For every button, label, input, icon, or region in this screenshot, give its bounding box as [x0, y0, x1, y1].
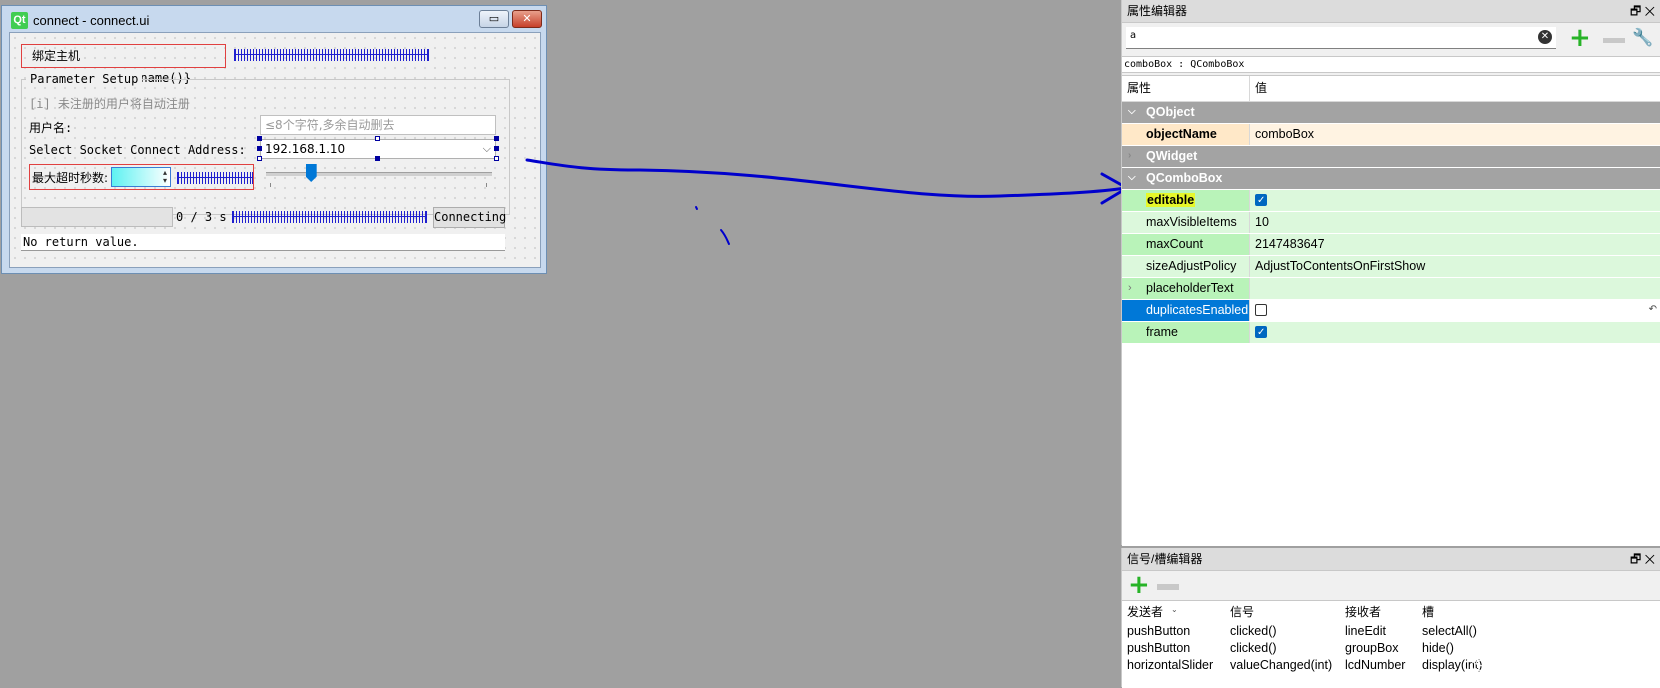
timeout-spinbox[interactable]: ▴ ▾ [111, 167, 171, 187]
slider-tick [486, 183, 487, 187]
signal-editor-title: 信号/槽编辑器 [1127, 552, 1203, 566]
group-qobject[interactable]: ⌵ QObject [1122, 102, 1660, 124]
username-label: 用户名: [29, 121, 73, 135]
slider-tick [270, 183, 271, 187]
clear-icon[interactable]: ✕ [1538, 30, 1552, 44]
signal-editor-titlebar[interactable]: 信号/槽编辑器 🗗 ✕ [1122, 548, 1660, 571]
username-input[interactable]: ≤8个字符,多余自动删去 [260, 115, 496, 135]
prop-row-maxvisibleitems[interactable]: maxVisibleItems 10 [1122, 212, 1660, 234]
selection-handle[interactable] [257, 156, 262, 161]
prop-value-objectname[interactable]: comboBox [1250, 124, 1660, 145]
form-window[interactable]: Qt connect - connect.ui ▭ ✕ 绑定主机{socket.… [1, 5, 547, 274]
add-property-icon[interactable]: + [1569, 25, 1591, 51]
combo-value: 192.168.1.10 [265, 142, 346, 156]
header-signal: 信号 [1230, 605, 1255, 619]
dock-float-close-buttons[interactable]: 🗗 ✕ [1630, 548, 1655, 570]
prop-row-objectname[interactable]: objectName comboBox [1122, 124, 1660, 146]
return-value-line: No return value. [21, 234, 505, 251]
header-property: 属性 [1122, 76, 1250, 101]
dock-float-close-buttons[interactable]: 🗗 ✕ [1630, 0, 1655, 22]
selection-handle[interactable] [257, 146, 262, 151]
frame-checkbox[interactable] [1255, 323, 1267, 343]
prop-row-sizeadjustpolicy[interactable]: sizeAdjustPolicy AdjustToContentsOnFirst… [1122, 256, 1660, 278]
timeout-label: 最大超时秒数: [32, 171, 109, 185]
spin-arrows-icon[interactable]: ▴ ▾ [163, 169, 167, 185]
property-table[interactable]: 属性 值 ⌵ QObject objectName comboBox › QWi… [1122, 75, 1660, 546]
selection-handle[interactable] [257, 136, 262, 141]
prop-row-editable[interactable]: editable [1122, 190, 1660, 212]
chevron-down-icon[interactable]: ⌵ [483, 140, 491, 158]
horizontal-spacer[interactable] [177, 172, 253, 184]
horizontal-slider[interactable] [266, 172, 492, 176]
object-class-line: comboBox : QComboBox [1122, 56, 1660, 73]
progress-text: 0 / 3 s [176, 210, 227, 224]
horizontal-spacer[interactable] [234, 49, 429, 61]
qt-logo-icon: Qt [11, 12, 28, 29]
group-qwidget[interactable]: › QWidget [1122, 146, 1660, 168]
header-slot: 槽 [1422, 605, 1435, 619]
form-titlebar[interactable]: Qt connect - connect.ui ▭ ✕ [2, 6, 546, 32]
prop-value-placeholdertext[interactable] [1250, 278, 1660, 299]
table-row[interactable]: pushButton clicked() lineEdit selectAll(… [1122, 623, 1660, 640]
prop-row-frame[interactable]: frame [1122, 322, 1660, 344]
filter-text: a [1130, 30, 1137, 41]
prop-row-placeholdertext[interactable]: › placeholderText [1122, 278, 1660, 300]
minimize-button[interactable]: ▭ [479, 10, 509, 28]
prop-value-sizeadjustpolicy[interactable]: AdjustToContentsOnFirstShow [1250, 256, 1660, 277]
reset-icon[interactable]: ↶ [1649, 300, 1657, 320]
prop-row-maxcount[interactable]: maxCount 2147483647 [1122, 234, 1660, 256]
header-value: 值 [1255, 81, 1268, 95]
connect-button[interactable]: Connecting [433, 207, 506, 228]
duplicatesenabled-checkbox[interactable] [1255, 304, 1267, 316]
add-connection-icon[interactable]: + [1128, 572, 1150, 598]
form-window-title: connect - connect.ui [33, 13, 150, 28]
header-receiver: 接收者 [1345, 605, 1382, 619]
watermark: CSDN @zmh-program [1463, 658, 1625, 675]
property-editor-panel[interactable]: 属性编辑器 🗗 ✕ a ✕ + 🔧 comboBox : QComboBox 属… [1121, 0, 1660, 546]
table-row[interactable]: pushButton clicked() groupBox hide() [1122, 640, 1660, 657]
prop-value-maxvisibleitems[interactable]: 10 [1250, 212, 1660, 233]
selection-handle[interactable] [375, 156, 380, 161]
header-sender: 发送者 [1127, 605, 1164, 619]
annotation-scribble [720, 229, 730, 245]
annotation-scribble [695, 206, 698, 210]
wrench-icon[interactable]: 🔧 [1632, 28, 1653, 48]
prop-value-maxcount[interactable]: 2147483647 [1250, 234, 1660, 255]
progress-bar [21, 207, 173, 227]
hostname-label[interactable]: 绑定主机{socket.gethostname()} [21, 44, 226, 85]
form-canvas[interactable]: 绑定主机{socket.gethostname()} Parameter Set… [9, 32, 541, 268]
horizontal-spacer[interactable] [232, 211, 427, 223]
hint-label: [i] 未注册的用户将自动注册 [29, 97, 190, 111]
property-filter-input[interactable]: a ✕ [1126, 27, 1556, 49]
prop-name-editable: editable [1146, 193, 1196, 207]
property-editor-titlebar[interactable]: 属性编辑器 🗗 ✕ [1122, 0, 1660, 23]
prop-row-duplicatesenabled[interactable]: duplicatesEnabled ↶ [1122, 300, 1660, 322]
close-button[interactable]: ✕ [512, 10, 542, 28]
remove-property-icon[interactable] [1603, 38, 1625, 43]
connection-table-header: 发送者 ⌄ 信号 接收者 槽 [1122, 601, 1660, 623]
property-editor-title: 属性编辑器 [1127, 4, 1188, 18]
sort-indicator-icon: ⌄ [1171, 605, 1178, 614]
address-label: Select Socket Connect Address: [29, 143, 246, 157]
remove-connection-icon[interactable] [1157, 584, 1179, 590]
selection-handle[interactable] [494, 146, 499, 151]
selection-handle[interactable] [375, 136, 380, 141]
groupbox-title: Parameter Setup [26, 72, 143, 86]
selection-handle[interactable] [494, 156, 499, 161]
editable-checkbox[interactable] [1255, 191, 1267, 211]
annotation-arrow [525, 158, 1127, 198]
group-qcombobox[interactable]: ⌵ QComboBox [1122, 168, 1660, 190]
property-table-header: 属性 值 [1122, 76, 1660, 102]
selection-handle[interactable] [494, 136, 499, 141]
